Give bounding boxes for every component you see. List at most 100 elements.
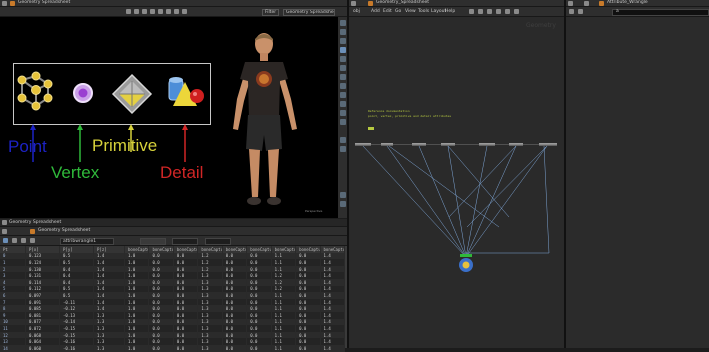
column-header[interactable]: P[x] — [25, 246, 60, 253]
render-region-icon[interactable] — [339, 201, 346, 207]
primitives-attrib-icon[interactable] — [21, 238, 26, 243]
filter-button[interactable]: Filter — [262, 8, 280, 16]
palette-icon[interactable] — [496, 9, 501, 14]
left-pane-path[interactable]: Geometry Spreadsheet — [18, 0, 70, 5]
table-cell: 0.077 — [25, 318, 60, 326]
column-header[interactable]: boneCapture[4] — [222, 246, 248, 253]
link-icon[interactable] — [584, 0, 589, 6]
column-header[interactable]: boneCapture[2] — [173, 246, 199, 253]
table-cell: 0.0 — [295, 259, 321, 266]
menu-help[interactable]: Help — [445, 9, 455, 14]
table-row[interactable]: 14 0.060 -0.16 1.3 1.0 0.0 0.0 1.3 0.0 0.0 1.1 0.0 1… — [0, 344, 345, 352]
node-field[interactable]: attribwrangle1 — [60, 237, 114, 245]
lighting-icon[interactable] — [339, 110, 346, 116]
network-breadcrumb[interactable]: Geometry_Spreadsheet — [376, 0, 429, 5]
shadows-icon[interactable] — [339, 119, 346, 125]
group-field[interactable] — [140, 237, 166, 245]
table-row[interactable]: 11 0.072 -0.15 1.3 1.0 0.0 0.0 1.3 0.0 0.0 1.1 0.0 1… — [0, 325, 345, 332]
display-options-icon[interactable] — [339, 20, 346, 26]
lights-icon[interactable] — [182, 9, 187, 14]
snap-icon[interactable] — [158, 9, 163, 14]
points-attrib-icon[interactable] — [3, 238, 8, 243]
point-numbers-icon[interactable] — [339, 74, 346, 80]
table-row[interactable]: 12 0.068 -0.15 1.3 1.0 0.0 0.0 1.3 0.0 0.0 1.1 0.0 1… — [0, 331, 345, 339]
pane-menu-icon[interactable] — [2, 0, 7, 6]
network-canvas[interactable]: Geometry Reference documentation point, … — [349, 17, 564, 348]
intrinsics-field[interactable] — [205, 237, 231, 245]
table-row[interactable]: 8 0.085 -0.12 1.4 1.0 0.0 0.0 1.3 0.0 0.0 1.1 0.0 1.… — [0, 305, 345, 312]
attribute-filter-field[interactable] — [172, 237, 198, 245]
network-tool-icon[interactable] — [487, 9, 492, 14]
column-header[interactable]: boneCapture[7] — [295, 246, 321, 253]
rotate-tool-icon[interactable] — [142, 9, 147, 14]
column-header[interactable]: boneCapture[1] — [148, 246, 174, 253]
detail-attrib-icon[interactable] — [30, 238, 35, 243]
grid-icon[interactable] — [469, 9, 474, 14]
menu-tools[interactable]: Tools — [418, 9, 429, 14]
info-icon[interactable] — [514, 9, 519, 14]
help-icon[interactable] — [569, 9, 574, 14]
display-icon[interactable] — [166, 9, 171, 14]
table-row[interactable]: 4 0.114 0.4 1.4 1.0 0.0 0.0 1.3 0.0 0.0 1.2 0.0 1.4 — [0, 278, 345, 286]
column-header[interactable]: boneCapture[5] — [246, 246, 272, 253]
pin-icon[interactable] — [2, 228, 7, 234]
table-row[interactable]: 2 0.130 0.4 1.4 1.0 0.0 0.0 1.2 0.0 0.0 1.1 0.0 1.4 — [0, 265, 345, 273]
column-header[interactable]: P[z] — [93, 246, 125, 253]
table-row[interactable]: 3 0.131 0.4 1.4 1.0 0.0 0.0 1.3 0.0 0.0 1.2 0.0 1.4 — [0, 272, 345, 279]
table-cell: 0.072 — [25, 325, 60, 332]
network-path[interactable]: obj — [353, 9, 360, 14]
table-row[interactable]: 5 0.112 0.5 1.4 1.0 0.0 0.0 1.3 0.0 0.0 1.2 0.0 1.4 — [0, 285, 345, 293]
column-header[interactable]: boneCapture[6] — [271, 246, 297, 253]
shaded-icon[interactable] — [339, 38, 346, 44]
table-row[interactable]: 6 0.097 0.5 1.4 1.0 0.0 0.0 1.3 0.0 0.0 1.1 0.0 1.4 — [0, 292, 345, 299]
viewport-camera-button[interactable]: Geometry Spreadsheet — [283, 8, 335, 16]
table-row[interactable]: 7 0.091 -0.11 1.4 1.0 0.0 0.0 1.3 0.0 0.0 1.1 0.0 1.… — [0, 298, 345, 306]
column-header[interactable]: boneCapture[0] — [124, 246, 150, 253]
visualizer-icon[interactable] — [339, 137, 346, 143]
snap-grid-icon[interactable] — [339, 101, 346, 107]
prim-numbers-icon[interactable] — [339, 65, 346, 71]
ghost-icon[interactable] — [339, 83, 346, 89]
guide-icon[interactable] — [339, 146, 346, 152]
pane-tab-icon[interactable] — [2, 220, 7, 225]
table-cell: 1.1 — [271, 338, 297, 345]
gear-icon[interactable] — [578, 9, 583, 14]
column-header[interactable]: boneCapture[8] — [320, 246, 345, 253]
wireframe-icon[interactable] — [339, 29, 346, 35]
table-cell: 1.1 — [271, 344, 297, 352]
background-icon[interactable] — [339, 192, 346, 198]
column-header[interactable]: P[y] — [59, 246, 94, 253]
pane-menu-icon[interactable] — [351, 0, 356, 6]
camera-icon[interactable] — [174, 9, 179, 14]
scale-tool-icon[interactable] — [150, 9, 155, 14]
select-tool-icon[interactable] — [126, 9, 131, 14]
pane-menu-icon[interactable] — [568, 0, 573, 6]
table-row[interactable]: 10 0.077 -0.14 1.3 1.0 0.0 0.0 1.3 0.0 0.0 1.1 0.0 1… — [0, 318, 345, 326]
layout-icon[interactable] — [478, 9, 483, 14]
menu-add[interactable]: Add — [371, 9, 380, 14]
table-cell: 0.0 — [295, 265, 321, 273]
vertices-attrib-icon[interactable] — [12, 238, 17, 243]
table-row[interactable]: 9 0.081 -0.13 1.3 1.0 0.0 0.0 1.3 0.0 0.0 1.1 0.0 1.… — [0, 311, 345, 319]
column-header[interactable]: boneCapture[3] — [197, 246, 223, 253]
right-pane-path[interactable]: Attribute_Wrangle — [607, 0, 648, 5]
table-row[interactable]: 0 0.123 0.5 1.4 1.0 0.0 0.0 1.2 0.0 0.0 1.1 0.0 1.4 — [0, 252, 345, 260]
menu-edit[interactable]: Edit — [383, 9, 392, 14]
shape-icon[interactable] — [505, 9, 510, 14]
parameter-field[interactable] — [612, 8, 709, 16]
desktop-icon[interactable] — [10, 0, 15, 6]
menu-go[interactable]: Go — [395, 9, 401, 14]
move-tool-icon[interactable] — [134, 9, 139, 14]
menu-view[interactable]: View — [405, 9, 416, 14]
spreadsheet-tab[interactable]: Geometry Spreadsheet — [9, 220, 61, 225]
column-header[interactable]: Pt — [0, 246, 26, 253]
points-display-icon[interactable] — [339, 47, 346, 53]
obj-network-icon[interactable] — [368, 0, 373, 6]
table-cell: 1.4 — [320, 259, 345, 266]
normals-display-icon[interactable] — [339, 56, 346, 62]
spreadsheet-path[interactable]: Geometry Spreadsheet — [38, 228, 90, 233]
table-row[interactable]: 1 0.124 0.5 1.4 1.0 0.0 0.0 1.2 0.0 0.0 1.1 0.0 1.4 — [0, 259, 345, 266]
viewport[interactable]: Point Vertex Primitive Detail Perspectiv… — [0, 17, 338, 218]
table-row[interactable]: 13 0.064 -0.16 1.3 1.0 0.0 0.0 1.3 0.0 0.0 1.1 0.0 1… — [0, 338, 345, 345]
backface-icon[interactable] — [339, 92, 346, 98]
